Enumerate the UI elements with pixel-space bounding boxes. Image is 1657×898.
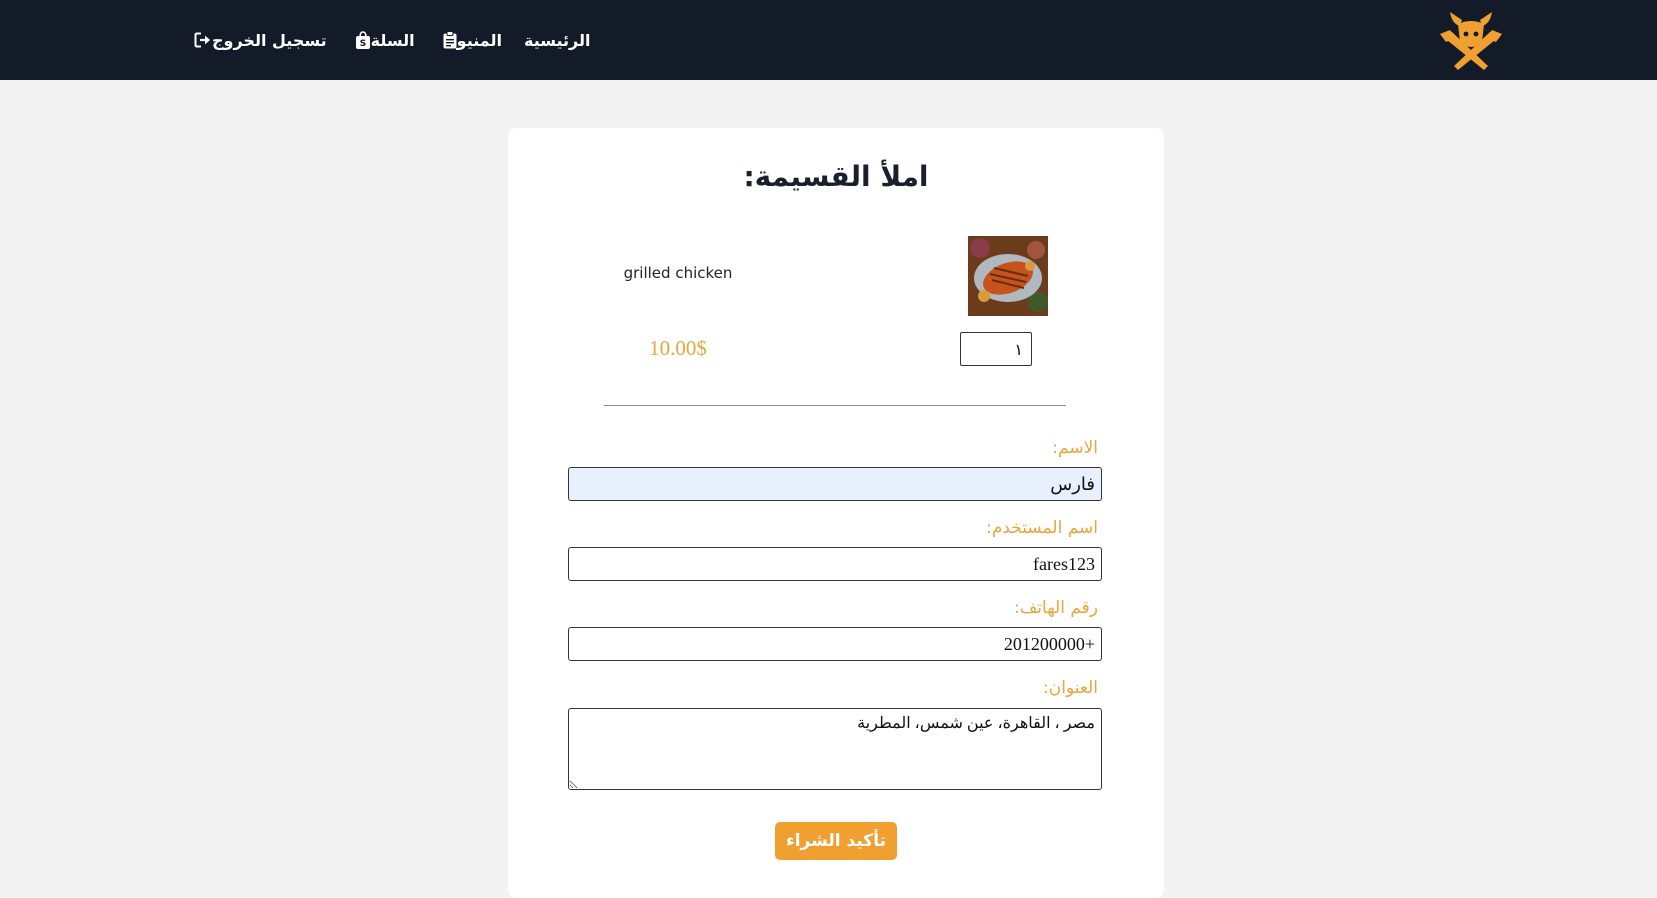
name-field[interactable] — [568, 467, 1102, 501]
nav-link-cart-label: السلة — [370, 30, 415, 50]
address-label: العنوان: — [1043, 678, 1098, 698]
phone-field[interactable] — [568, 627, 1102, 661]
nav-link-home-label: الرئيسية — [523, 30, 591, 50]
confirm-purchase-button[interactable]: تأكيد الشراء — [775, 822, 897, 860]
checkout-card: املأ القسيمة: grilled chicken 10.00$ الا… — [508, 128, 1164, 898]
product-image — [968, 236, 1048, 316]
bull-knives-logo-icon[interactable] — [1438, 6, 1504, 72]
phone-label: رقم الهاتف: — [1013, 598, 1098, 618]
nav-link-menu[interactable]: المنيو — [437, 31, 502, 50]
name-label: الاسم: — [1052, 438, 1098, 458]
nav-link-cart[interactable]: S السلة — [349, 31, 415, 50]
svg-text:S: S — [359, 39, 365, 49]
username-field[interactable] — [568, 547, 1102, 581]
address-field[interactable]: مصر ، القاهرة، عين شمس، المطرية — [568, 708, 1102, 790]
divider — [604, 405, 1066, 406]
product-name: grilled chicken — [623, 264, 733, 282]
page-title: املأ القسيمة: — [743, 160, 929, 193]
nav-links: الرئيسية المنيو S السلة تسجيل الخروج — [166, 26, 590, 54]
clipboard-icon — [443, 31, 457, 49]
quantity-input[interactable] — [960, 332, 1032, 366]
product-price: 10.00$ — [649, 336, 707, 360]
nav-link-logout-label: تسجيل الخروج — [212, 30, 327, 50]
top-navbar: الرئيسية المنيو S السلة تسجيل الخروج — [0, 0, 1657, 80]
nav-link-home[interactable]: الرئيسية — [524, 31, 591, 50]
nav-link-menu-label: المنيو — [456, 30, 502, 50]
username-label: اسم المستخدم: — [986, 518, 1098, 538]
nav-link-logout[interactable]: تسجيل الخروج — [188, 31, 327, 50]
logout-icon — [194, 32, 212, 48]
shopping-bag-icon: S — [355, 31, 371, 49]
